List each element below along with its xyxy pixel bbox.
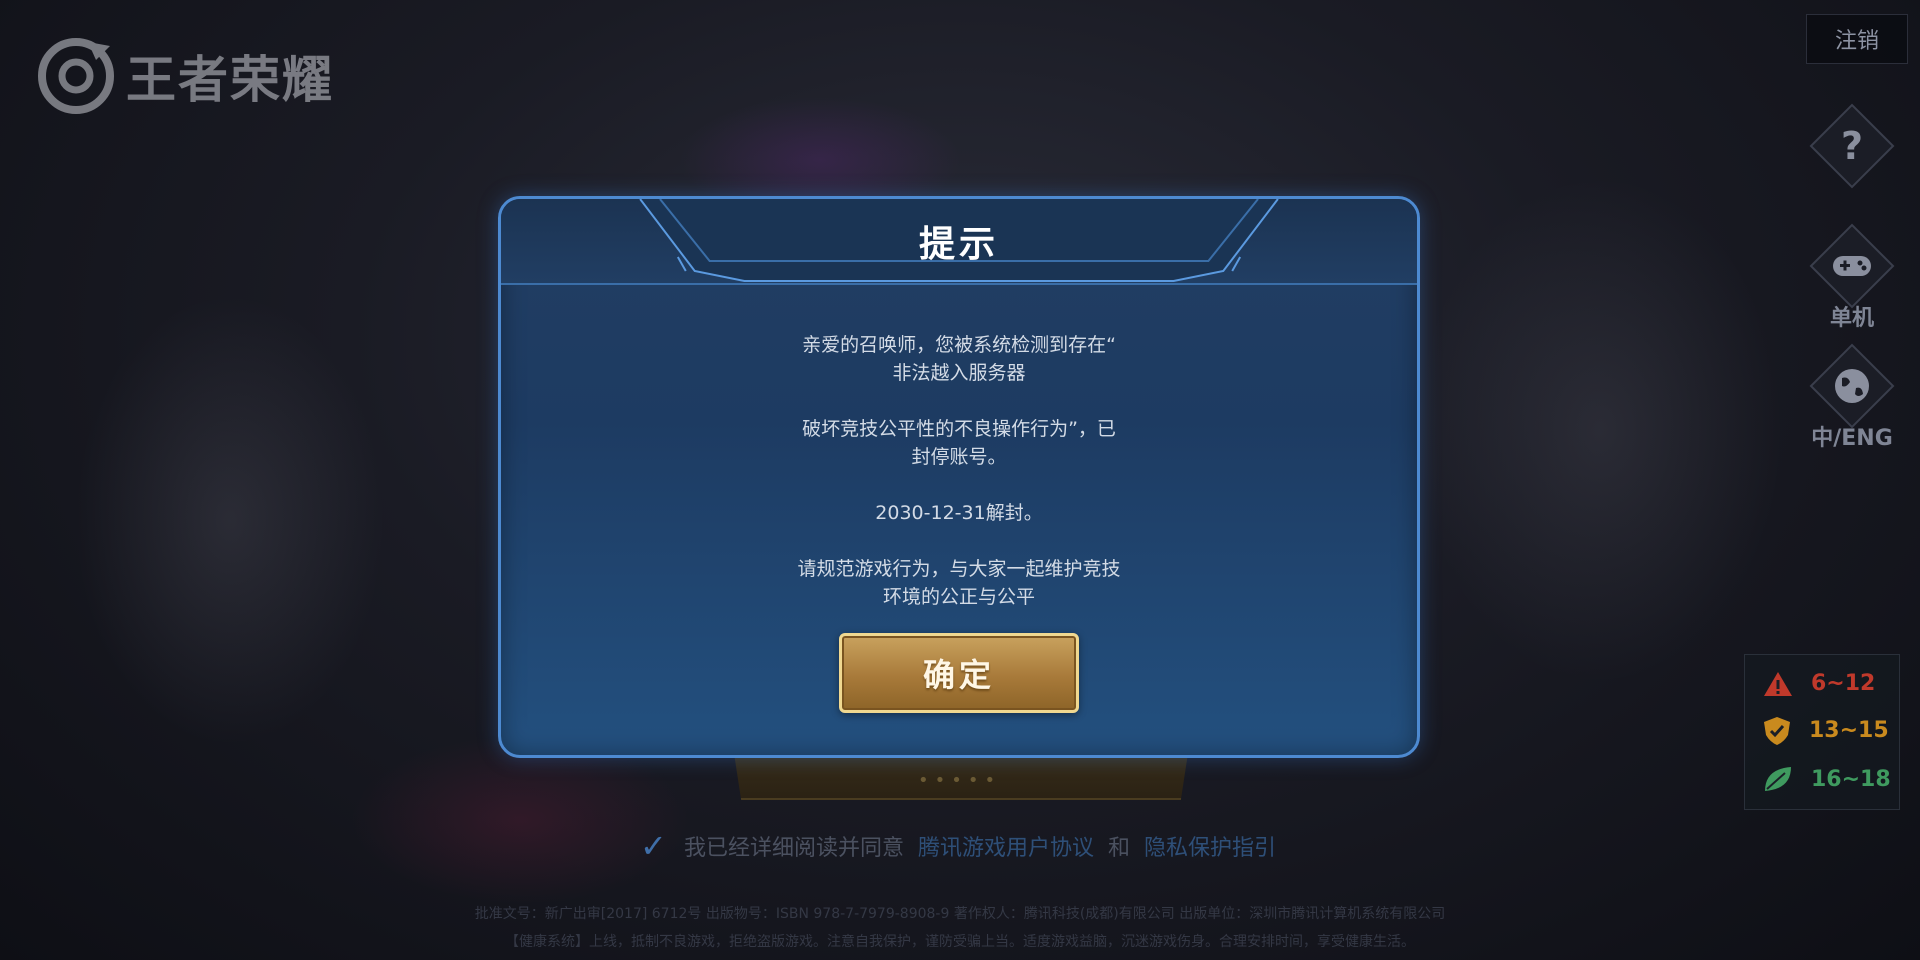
warning-icon	[1764, 671, 1792, 696]
footer-line: 【健康系统】上线，抵制不良游戏，拒绝盗版游戏。注意自我保护，谨防受骗上当。适度游…	[505, 934, 1415, 950]
leaf-icon	[1765, 767, 1791, 792]
logo-text: 王者荣耀	[126, 51, 334, 109]
logout-button[interactable]: 注销	[1806, 14, 1908, 64]
shield-icon	[1764, 716, 1790, 745]
age-rating-label: 16~18	[1811, 766, 1891, 792]
game-logo: 王者荣耀	[36, 36, 334, 116]
logo-emblem-icon	[38, 38, 114, 114]
dialog-title: 提示	[918, 224, 999, 265]
ban-notice-dialog: 提示 亲爱的召唤师，您被系统检测到存在“ 非法越入服务器 破坏竞技公平性的不良操…	[498, 196, 1420, 758]
agreement-conj: 和	[1108, 836, 1131, 861]
message-line: 非法越入服务器	[892, 362, 1026, 384]
agreement-row: ✓ 我已经详细阅读并同意 腾讯游戏用户协议 和 隐私保护指引	[640, 830, 1276, 862]
confirm-button[interactable]: 确定	[839, 633, 1079, 713]
help-button[interactable]: ?	[1802, 103, 1902, 189]
globe-icon	[1835, 369, 1869, 403]
age-rating-row: 6~12	[1745, 671, 1899, 697]
privacy-guide-link[interactable]: 隐私保护指引	[1144, 830, 1276, 862]
single-player-button[interactable]: 单机	[1802, 223, 1902, 332]
question-icon: ?	[1840, 123, 1864, 168]
age-rating-label: 13~15	[1809, 718, 1889, 744]
footer-line: 批准文号：新广出审[2017] 6712号 出版物号：ISBN 978-7-79…	[474, 906, 1446, 922]
footer-notice: 批准文号：新广出审[2017] 6712号 出版物号：ISBN 978-7-79…	[340, 900, 1580, 956]
message-line: 亲爱的召唤师，您被系统检测到存在“	[802, 334, 1116, 356]
dialog-message: 亲爱的召唤师，您被系统检测到存在“ 非法越入服务器 破坏竞技公平性的不良操作行为…	[501, 331, 1417, 639]
gamepad-icon	[1833, 256, 1871, 276]
age-rating-row: 16~18	[1745, 765, 1899, 793]
message-line: 环境的公正与公平	[882, 586, 1035, 608]
age-rating-row: 13~15	[1745, 716, 1899, 746]
loading-dots: •••••	[918, 770, 1002, 791]
age-rating-panel: 6~12 13~15 16~18	[1744, 654, 1900, 810]
message-line: 破坏竞技公平性的不良操作行为”，已	[802, 418, 1116, 440]
agreement-prefix: 我已经详细阅读并同意	[684, 836, 905, 861]
user-agreement-link[interactable]: 腾讯游戏用户协议	[918, 830, 1094, 862]
message-line: 封停账号。	[911, 446, 1007, 468]
age-rating-label: 6~12	[1811, 671, 1876, 697]
message-line: 请规范游戏行为，与大家一起维护竞技	[797, 558, 1121, 580]
unban-date: 2030-12-31解封。	[875, 502, 1043, 524]
dialog-header: 提示	[501, 199, 1417, 285]
agreement-checkbox[interactable]: ✓	[640, 830, 670, 862]
language-button[interactable]: 中/ENG	[1802, 343, 1902, 452]
